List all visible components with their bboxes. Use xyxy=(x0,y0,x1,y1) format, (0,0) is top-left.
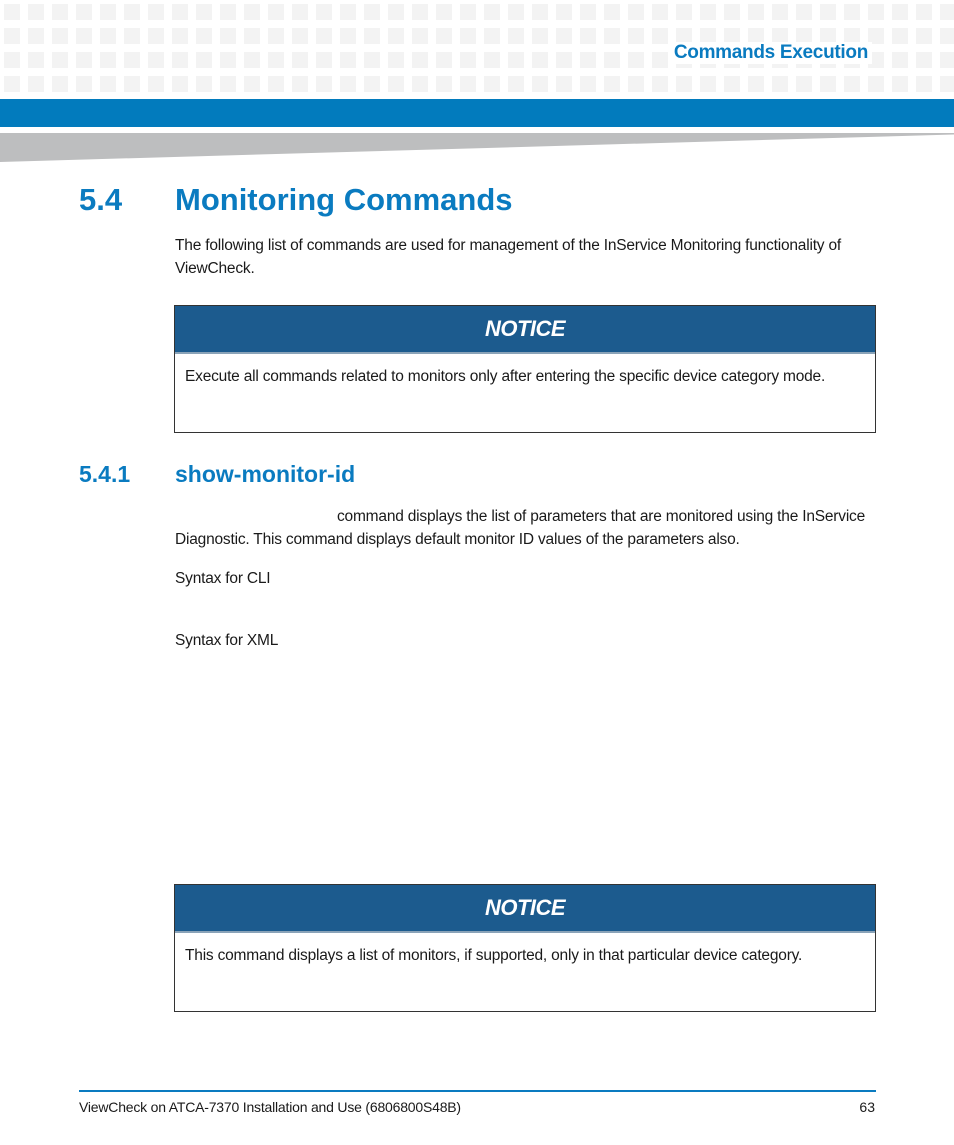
notice-title: NOTICE xyxy=(484,316,566,341)
header-grey-wedge xyxy=(0,133,954,162)
notice-body: Execute all commands related to monitors… xyxy=(185,368,826,385)
header-grid-row xyxy=(4,76,954,92)
notice-body: This command displays a list of monitors… xyxy=(185,947,803,964)
header-blue-band xyxy=(0,99,954,127)
notice-box: NOTICE This command displays a list of m… xyxy=(174,884,876,1012)
footer-page-number: 63 xyxy=(859,1099,875,1115)
section-title: Monitoring Commands xyxy=(175,182,513,217)
grey-wedge-shape xyxy=(0,133,954,162)
subsection-description: command displays the list of parameters … xyxy=(175,508,866,548)
syntax-xml-label: Syntax for XML xyxy=(175,632,279,649)
subsection-title: show-monitor-id xyxy=(175,461,356,487)
footer-document-title: ViewCheck on ATCA-7370 Installation and … xyxy=(79,1099,461,1115)
section-number: 5.4 xyxy=(79,182,123,217)
subsection-number: 5.4.1 xyxy=(79,461,131,487)
notice-header: NOTICE xyxy=(175,306,875,354)
notice-header: NOTICE xyxy=(175,885,875,933)
header-grid-row xyxy=(4,4,954,20)
syntax-cli-label: Syntax for CLI xyxy=(175,570,271,587)
notice-title: NOTICE xyxy=(484,895,566,920)
chapter-title: Commands Execution xyxy=(669,42,872,64)
footer-rule xyxy=(79,1090,876,1092)
section-intro: The following list of commands are used … xyxy=(175,237,841,277)
notice-box: NOTICE Execute all commands related to m… xyxy=(174,305,876,433)
